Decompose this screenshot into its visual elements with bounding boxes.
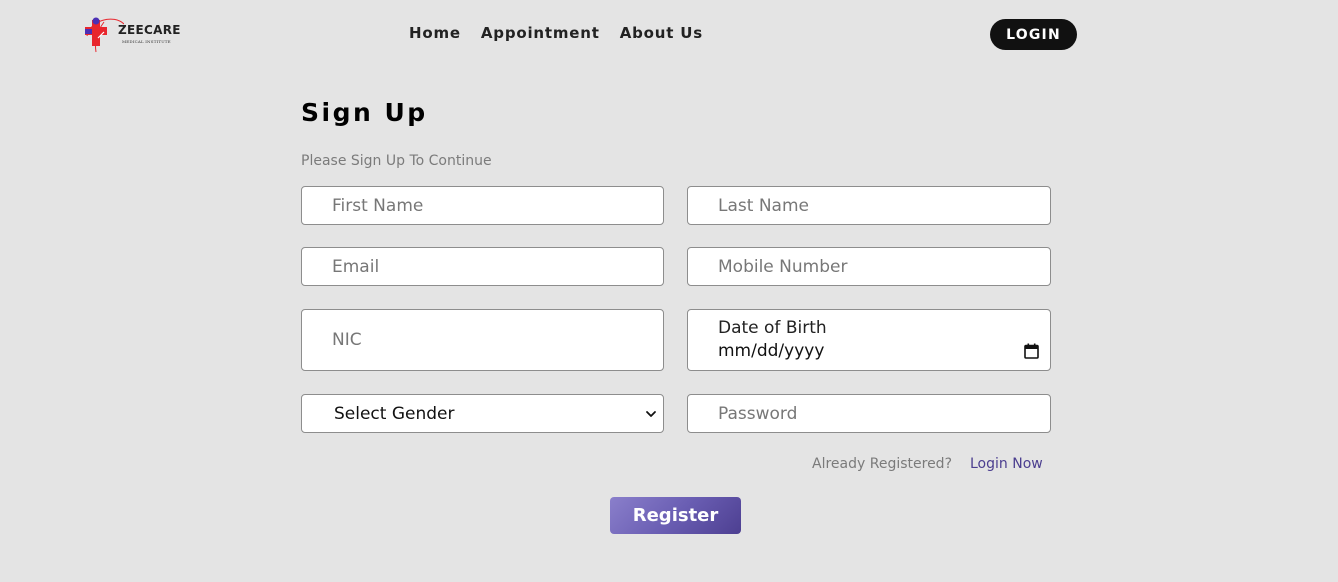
date-of-birth-value: mm/dd/yyyy	[718, 341, 825, 361]
form-subtitle: Please Sign Up To Continue	[301, 153, 492, 169]
mobile-number-field	[687, 247, 1051, 286]
mobile-number-input[interactable]	[688, 248, 1050, 285]
last-name-input[interactable]	[688, 187, 1050, 224]
gender-select[interactable]: Select Gender	[301, 394, 664, 433]
gender-select-value: Select Gender	[334, 404, 455, 424]
password-input[interactable]	[688, 395, 1050, 432]
brand-name: ZEECARE	[118, 23, 181, 37]
first-name-field	[301, 186, 664, 225]
nav-links: Home Appointment About Us	[409, 24, 703, 42]
nic-field	[301, 309, 664, 371]
date-of-birth-input[interactable]: Date of Birth mm/dd/yyyy	[687, 309, 1051, 371]
nav-link-appointment[interactable]: Appointment	[481, 24, 600, 42]
login-now-link[interactable]: Login Now	[970, 456, 1043, 472]
nic-input[interactable]	[302, 310, 663, 370]
nav-link-about-us[interactable]: About Us	[620, 24, 703, 42]
brand-tagline: MEDICAL INSTITUTE	[122, 39, 171, 44]
email-input[interactable]	[302, 248, 663, 285]
date-of-birth-label: Date of Birth	[718, 318, 827, 338]
first-name-input[interactable]	[302, 187, 663, 224]
calendar-icon[interactable]	[1024, 343, 1039, 359]
page-title: Sign Up	[301, 98, 428, 127]
already-registered-text: Already Registered?	[812, 456, 952, 472]
register-button[interactable]: Register	[610, 497, 741, 534]
last-name-field	[687, 186, 1051, 225]
email-field	[301, 247, 664, 286]
nav-link-home[interactable]: Home	[409, 24, 461, 42]
password-field	[687, 394, 1051, 433]
chevron-down-icon	[646, 411, 656, 417]
navbar: ZEECARE MEDICAL INSTITUTE Home Appointme…	[0, 0, 1338, 70]
login-button[interactable]: LOGIN	[990, 19, 1077, 50]
brand-logo[interactable]: ZEECARE MEDICAL INSTITUTE	[84, 14, 184, 54]
